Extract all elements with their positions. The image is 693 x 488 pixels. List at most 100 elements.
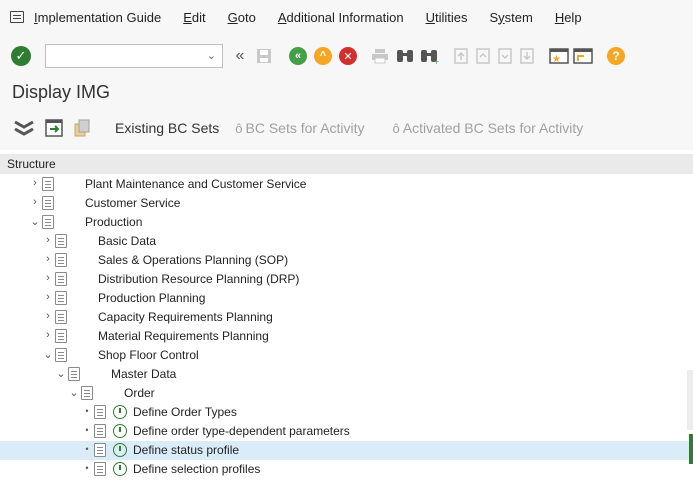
documentation-icon[interactable] [55, 234, 67, 248]
documentation-icon[interactable] [42, 177, 54, 191]
first-page-icon[interactable] [453, 44, 469, 68]
tree-row-label[interactable]: Production [85, 215, 142, 229]
menu-icon[interactable] [10, 11, 24, 23]
tree-row[interactable]: ⌄ Shop Floor Control [0, 346, 693, 365]
tree-row[interactable]: › Plant Maintenance and Customer Service [0, 175, 693, 194]
exit-icon[interactable]: ^ [314, 47, 332, 65]
menu-goto[interactable]: Goto [228, 10, 256, 25]
tree-row[interactable]: ⌄ Master Data [0, 365, 693, 384]
tree-row-label[interactable]: Capacity Requirements Planning [98, 310, 273, 324]
documentation-icon[interactable] [81, 386, 93, 400]
documentation-icon[interactable] [94, 462, 106, 476]
command-input[interactable] [46, 45, 196, 67]
documentation-icon[interactable] [94, 443, 106, 457]
tree-row[interactable]: › Material Requirements Planning [0, 327, 693, 346]
menu-edit[interactable]: Edit [183, 10, 205, 25]
back-icon[interactable]: « [289, 47, 307, 65]
release-notes-icon[interactable] [45, 118, 63, 138]
next-page-icon[interactable] [497, 44, 513, 68]
tree-row[interactable]: › Distribution Resource Planning (DRP) [0, 270, 693, 289]
chevron-right-icon[interactable]: › [43, 253, 53, 265]
ok-icon[interactable]: ✓ [11, 46, 31, 66]
menu-help[interactable]: Help [555, 10, 582, 25]
documentation-icon[interactable] [55, 253, 67, 267]
tree-row[interactable]: › Sales & Operations Planning (SOP) [0, 251, 693, 270]
chevron-right-icon[interactable]: › [43, 234, 53, 246]
chevron-right-icon[interactable]: › [30, 177, 40, 189]
documentation-icon[interactable] [55, 348, 67, 362]
tree-row-label[interactable]: Define order type-dependent parameters [133, 424, 350, 438]
tree-row[interactable]: • Define order type-dependent parameters [0, 422, 693, 441]
tree-row-label[interactable]: Material Requirements Planning [98, 329, 269, 343]
tree-row[interactable]: › Production Planning [0, 289, 693, 308]
back-double-icon[interactable]: « [231, 44, 249, 68]
tree-row-label[interactable]: Shop Floor Control [98, 348, 199, 362]
menu-implementation-guide[interactable]: Implementation Guide [34, 10, 161, 25]
documentation-icon[interactable] [94, 405, 106, 419]
tree-row[interactable]: › Customer Service [0, 194, 693, 213]
chevron-right-icon[interactable]: › [43, 329, 53, 341]
tree-row[interactable]: ⌄ Production [0, 213, 693, 232]
tree-row-label[interactable]: Production Planning [98, 291, 205, 305]
execute-activity-icon[interactable] [113, 443, 127, 457]
cancel-icon[interactable]: ✕ [339, 47, 357, 65]
bc-sets-for-activity-button[interactable]: BC Sets for Activity [246, 120, 365, 136]
activated-bc-sets-glasses-icon: ô [392, 120, 400, 136]
tree-row-label[interactable]: Order [124, 386, 155, 400]
tree-row-label[interactable]: Define selection profiles [133, 462, 260, 476]
previous-page-icon[interactable] [475, 44, 491, 68]
chevron-down-icon[interactable]: ⌄ [56, 367, 66, 380]
find-icon[interactable] [395, 44, 415, 68]
chevron-right-icon[interactable]: › [30, 196, 40, 208]
tree-row-label[interactable]: Plant Maintenance and Customer Service [85, 177, 306, 191]
chevron-down-icon[interactable]: ⌄ [69, 386, 79, 399]
activated-bc-sets-button[interactable]: Activated BC Sets for Activity [403, 120, 584, 136]
tree-row-label[interactable]: Customer Service [85, 196, 180, 210]
tree-row[interactable]: › Basic Data [0, 232, 693, 251]
documentation-icon[interactable] [94, 424, 106, 438]
menu-additional-information[interactable]: Additional Information [278, 10, 404, 25]
tree-row-label[interactable]: Sales & Operations Planning (SOP) [98, 253, 288, 267]
tree-row-selected[interactable]: • Define status profile [0, 441, 693, 460]
tree-row-label[interactable]: Master Data [111, 367, 176, 381]
tree-header: Structure [0, 154, 693, 174]
img-tree: › Plant Maintenance and Customer Service ›… [0, 175, 693, 479]
execute-activity-icon[interactable] [113, 462, 127, 476]
menu-system[interactable]: System [489, 10, 532, 25]
find-next-icon[interactable]: + [419, 44, 439, 68]
save-icon[interactable] [255, 44, 273, 68]
existing-bc-sets-button[interactable]: Existing BC Sets [115, 120, 219, 136]
menu-utilities[interactable]: Utilities [426, 10, 468, 25]
new-session-icon[interactable]: ★ [549, 44, 569, 68]
tree-row-label[interactable]: Basic Data [98, 234, 156, 248]
chevron-right-icon[interactable]: › [43, 291, 53, 303]
chevron-down-icon[interactable]: ⌄ [30, 215, 40, 228]
help-icon[interactable]: ? [607, 47, 625, 65]
documentation-icon[interactable] [42, 196, 54, 210]
chevron-down-icon[interactable]: ⌄ [207, 49, 216, 62]
documentation-icon[interactable] [55, 310, 67, 324]
chevron-right-icon[interactable]: › [43, 272, 53, 284]
last-page-icon[interactable] [519, 44, 535, 68]
chevron-right-icon[interactable]: › [43, 310, 53, 322]
tree-row-label[interactable]: Define status profile [133, 443, 239, 457]
execute-activity-icon[interactable] [113, 424, 127, 438]
expand-all-icon[interactable] [13, 118, 35, 138]
documentation-icon[interactable] [55, 329, 67, 343]
tree-row-label[interactable]: Distribution Resource Planning (DRP) [98, 272, 299, 286]
documentation-icon[interactable] [42, 215, 54, 229]
documentation-icon[interactable] [55, 272, 67, 286]
print-icon[interactable] [371, 44, 389, 68]
tree-row[interactable]: › Capacity Requirements Planning [0, 308, 693, 327]
documentation-icon[interactable] [73, 118, 91, 138]
documentation-icon[interactable] [55, 291, 67, 305]
tree-row[interactable]: ⌄ Order [0, 384, 693, 403]
execute-activity-icon[interactable] [113, 405, 127, 419]
chevron-down-icon[interactable]: ⌄ [43, 348, 53, 361]
tree-row[interactable]: • Define Order Types [0, 403, 693, 422]
tree-row-label[interactable]: Define Order Types [133, 405, 237, 419]
tree-row[interactable]: • Define selection profiles [0, 460, 693, 479]
command-field[interactable]: ⌄ [45, 44, 223, 68]
documentation-icon[interactable] [68, 367, 80, 381]
shortcut-icon[interactable] [573, 44, 593, 68]
